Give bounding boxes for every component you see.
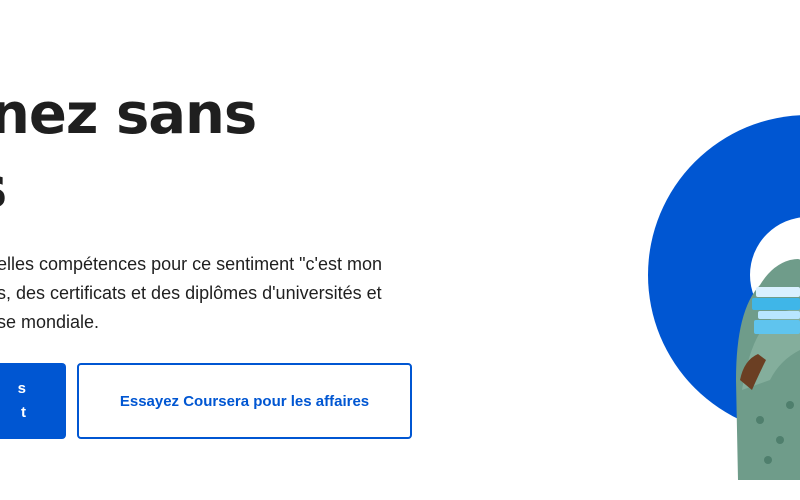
hero-image: [640, 60, 800, 480]
student-photo-icon: [648, 115, 800, 480]
subtext-line-2: s, des certificats et des diplômes d'uni…: [0, 283, 382, 303]
headline-line-2: s: [0, 152, 256, 226]
subtext-line-3: se mondiale.: [0, 312, 100, 332]
hero-subtext: elles compétences pour ce sentiment "c'e…: [0, 250, 437, 337]
primary-button-line-2: t: [21, 404, 26, 421]
primary-button-line-1: s: [17, 380, 26, 397]
headline-line-1: nez sans: [0, 82, 257, 147]
join-free-button[interactable]: s t: [0, 363, 66, 439]
try-coursera-business-button[interactable]: Essayez Coursera pour les affaires: [77, 363, 412, 439]
subtext-line-1: elles compétences pour ce sentiment "c'e…: [0, 254, 383, 274]
hero-headline: nez sans s: [0, 78, 257, 226]
